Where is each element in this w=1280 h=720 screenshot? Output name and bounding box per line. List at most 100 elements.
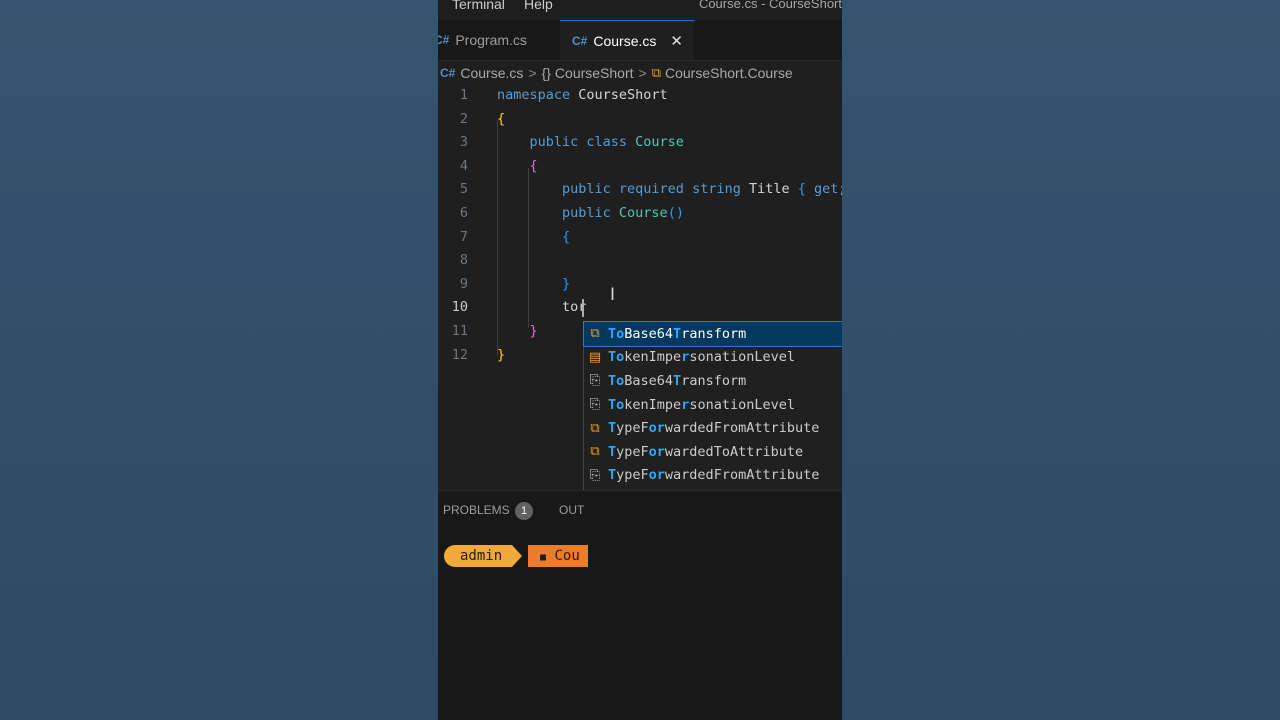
code-line: { <box>497 111 505 127</box>
suggestion-item[interactable]: ⧉ TypeF or wardedFromAttribute <box>584 416 842 440</box>
background-left <box>0 0 438 720</box>
suggestion-label-part: T <box>608 467 617 484</box>
suggestion-label-part: r <box>681 396 690 413</box>
line-number: 10 <box>451 299 468 316</box>
breadcrumb: C# Course.cs > {} CourseShort > ⧉ Course… <box>438 62 842 84</box>
breadcrumb-namespace[interactable]: CourseShort <box>555 65 634 81</box>
code-token: tor <box>497 299 587 316</box>
code-token: } <box>497 346 506 363</box>
line-number: 11 <box>451 323 468 339</box>
menu-bar: Terminal Help Course.cs - CourseShort <box>438 0 842 18</box>
suggestion-label-part: ransform <box>681 325 747 342</box>
suggestion-label-part: or <box>648 467 665 484</box>
suggestion-label-part: T <box>673 325 682 342</box>
line-number: 1 <box>459 87 468 103</box>
code-line: } <box>497 347 505 363</box>
suggestion-item[interactable]: ⧉ TypeF or wardedToAttribute <box>584 440 842 464</box>
breadcrumb-class[interactable]: CourseShort.Course <box>665 65 793 81</box>
class-icon: ⧉ <box>590 420 600 436</box>
suggestion-label-part: To <box>608 325 625 342</box>
code-line: namespace CourseShort <box>497 87 668 103</box>
suggestion-label-part: ypeF <box>616 443 649 460</box>
tab-program-cs[interactable]: C# Program.cs <box>438 20 556 60</box>
tab-course-cs[interactable]: C# Course.cs ✕ <box>560 20 694 60</box>
code-token: public class <box>497 134 636 151</box>
suggestion-item[interactable]: ⎘ To kenImpe r sonationLevel <box>584 393 842 417</box>
background-right <box>842 0 1280 720</box>
code-token: { <box>797 181 815 198</box>
folder-icon: ■ <box>540 552 547 563</box>
tab-label: Course.cs <box>593 32 657 49</box>
code-token: get <box>814 181 839 198</box>
editor-window: Terminal Help Course.cs - CourseShort C#… <box>438 0 842 720</box>
class-icon: ⧉ <box>590 326 600 342</box>
code-token: { <box>497 110 506 127</box>
suggestion-item[interactable]: ⧉ To Base64 Transform <box>583 321 842 347</box>
class-icon: ⧉ <box>651 65 661 80</box>
line-number: 7 <box>459 228 468 245</box>
tab-problems[interactable]: PROBLEMS <box>443 503 510 517</box>
bottom-panel: PROBLEMS 1 OUT admin ■ Cou <box>438 490 842 720</box>
snippet-icon: ⎘ <box>589 467 601 483</box>
suggestion-label-part: sonationLevel <box>689 349 795 366</box>
code-token: Title <box>748 181 798 198</box>
suggestion-label-part: ypeF <box>616 467 649 484</box>
problems-count-badge: 1 <box>515 502 533 520</box>
code-token: } <box>529 323 538 339</box>
suggestion-label-part: r <box>681 349 690 366</box>
code-token: Course <box>635 134 684 151</box>
chevron-right-icon: > <box>528 65 537 81</box>
suggestion-label-part: sonationLevel <box>689 396 795 413</box>
suggestion-item[interactable]: ⎘ To Base64 Transform <box>584 369 842 393</box>
code-token: { <box>529 157 538 174</box>
code-line: } <box>497 323 538 339</box>
menu-terminal[interactable]: Terminal <box>452 0 505 12</box>
snippet-icon: ⎘ <box>589 397 601 413</box>
line-number: 3 <box>459 134 468 151</box>
suggestion-label-part: kenImpe <box>624 396 682 413</box>
suggestion-label-part: wardedFromAttribute <box>664 420 820 437</box>
csharp-file-icon: C# <box>440 66 456 80</box>
code-token: { <box>562 228 571 245</box>
close-icon[interactable]: ✕ <box>670 32 683 50</box>
enum-icon: ▤ <box>588 349 602 365</box>
code-token: () <box>667 205 684 221</box>
suggestion-label-part: Base64 <box>624 372 674 389</box>
code-line: tor <box>497 299 586 315</box>
suggestion-label-part: To <box>608 349 625 366</box>
line-number: 6 <box>459 205 468 221</box>
suggestion-label-part: ypeF <box>616 420 649 437</box>
line-number: 5 <box>459 181 468 198</box>
code-token: Course <box>618 205 668 221</box>
prompt-dir-label: Cou <box>554 548 580 564</box>
code-line: public Course() <box>497 205 684 221</box>
code-token: ; s <box>838 181 842 197</box>
tab-bar: C# Program.cs C# Course.cs ✕ <box>438 20 842 61</box>
suggestion-label-part: To <box>608 396 625 413</box>
suggestion-item[interactable]: ⎘ TypeF or wardedFromAttribute <box>584 464 842 488</box>
code-line: } <box>497 276 570 292</box>
suggestion-label-part: or <box>648 420 665 437</box>
code-token: public required string <box>497 181 749 198</box>
line-number: 9 <box>459 275 468 292</box>
code-token: } <box>562 275 571 292</box>
namespace-icon: {} <box>541 65 551 81</box>
code-line: public required string Title { get; s <box>497 181 842 197</box>
tab-output[interactable]: OUT <box>559 503 584 517</box>
line-number: 12 <box>451 346 468 363</box>
chevron-right-icon: > <box>638 65 647 81</box>
suggestion-label-part: T <box>608 443 617 460</box>
tab-label: Program.cs <box>455 32 527 48</box>
code-line: { <box>497 229 570 245</box>
suggestion-label-part: T <box>608 420 617 437</box>
csharp-file-icon: C# <box>438 33 450 47</box>
menu-help[interactable]: Help <box>524 0 553 12</box>
csharp-file-icon: C# <box>572 33 588 48</box>
breadcrumb-file[interactable]: Course.cs <box>460 65 523 81</box>
suggestion-item[interactable]: ▤ To kenImpe r sonationLevel <box>584 346 842 370</box>
line-number: 4 <box>459 157 468 174</box>
code-line: { <box>497 158 538 174</box>
code-token: namespace <box>497 87 571 103</box>
